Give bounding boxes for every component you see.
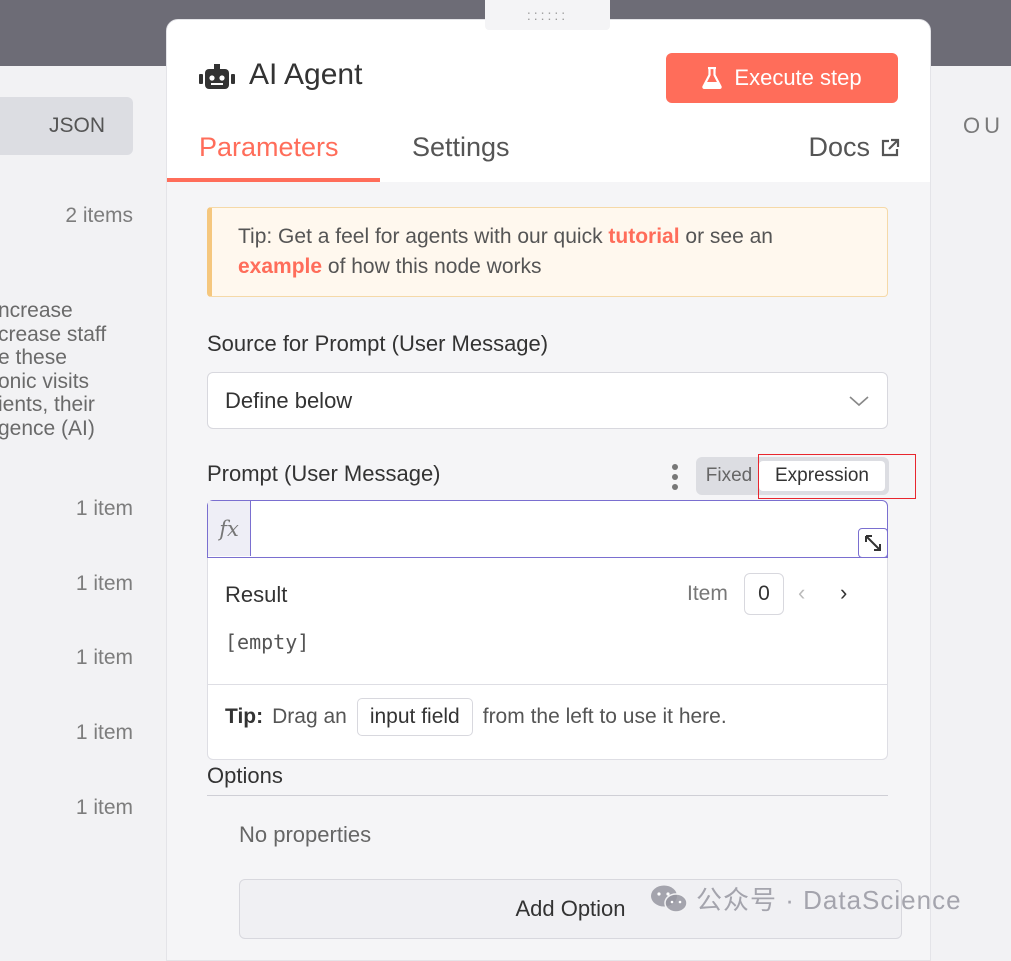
prompt-label: Prompt (User Message) bbox=[207, 461, 441, 486]
parameters-body: Tip: Get a feel for agents with our quic… bbox=[167, 182, 930, 960]
input-panel: JSON 2 items ncrease crease staff e thes… bbox=[0, 66, 166, 937]
highlight-box bbox=[758, 454, 916, 499]
expand-editor-button[interactable] bbox=[858, 528, 888, 558]
tutorial-link[interactable]: tutorial bbox=[608, 225, 679, 248]
source-prompt-label: Source for Prompt (User Message) bbox=[207, 331, 549, 356]
output-panel: OU bbox=[929, 66, 1011, 937]
input-text-line: crease staff bbox=[0, 322, 107, 346]
node-title: AI Agent bbox=[249, 58, 363, 91]
divider bbox=[208, 684, 887, 685]
divider bbox=[207, 795, 888, 796]
tab-parameters[interactable]: Parameters bbox=[199, 132, 339, 163]
item-count: 1 item bbox=[75, 796, 133, 819]
source-prompt-select[interactable]: Define below bbox=[207, 372, 888, 429]
tutorial-tip: Tip: Get a feel for agents with our quic… bbox=[207, 207, 888, 297]
result-value: [empty] bbox=[225, 630, 310, 654]
fx-icon: fx bbox=[208, 501, 251, 556]
drag-tip: Tip: Drag an input field from the left t… bbox=[225, 698, 727, 736]
input-text-line: onic visits bbox=[0, 369, 90, 393]
drag-handle[interactable]: :::::: bbox=[485, 0, 610, 30]
tip-text: of how this node works bbox=[322, 255, 542, 278]
fixed-mode-option[interactable]: Fixed bbox=[699, 465, 759, 487]
tab-settings[interactable]: Settings bbox=[412, 132, 510, 163]
item-count: 1 item bbox=[75, 572, 133, 595]
expand-icon bbox=[865, 535, 881, 551]
prompt-expression-input[interactable]: fx bbox=[207, 500, 888, 558]
tip-text: Tip: Get a feel for agents with our quic… bbox=[238, 225, 609, 248]
tip-text: Drag an bbox=[272, 705, 347, 728]
item-count: 2 items bbox=[65, 204, 133, 227]
input-text-line: ncrease bbox=[0, 299, 73, 322]
tip-text: or see an bbox=[679, 225, 773, 248]
tip-text: from the left to use it here. bbox=[482, 705, 727, 728]
chevron-down-icon bbox=[849, 395, 869, 406]
node-detail-panel: AI Agent Execute step Parameters Setting… bbox=[166, 19, 931, 961]
flask-icon bbox=[702, 67, 723, 89]
options-label: Options bbox=[207, 763, 283, 788]
item-count: 1 item bbox=[75, 721, 133, 744]
item-label: Item bbox=[687, 582, 728, 605]
execute-step-label: Execute step bbox=[734, 65, 862, 90]
input-text-line: gence (AI) bbox=[0, 416, 95, 440]
no-properties-text: No properties bbox=[239, 822, 372, 847]
execute-step-button[interactable]: Execute step bbox=[666, 53, 898, 103]
node-header: AI Agent Execute step Parameters Setting… bbox=[167, 20, 930, 182]
docs-link[interactable]: Docs bbox=[808, 132, 900, 163]
input-field-pill: input field bbox=[356, 698, 473, 736]
input-text-snippet: ncrease crease staff e these onic visits… bbox=[0, 299, 166, 440]
item-index-input[interactable]: 0 bbox=[744, 573, 784, 615]
example-link[interactable]: example bbox=[238, 255, 322, 278]
result-title: Result bbox=[225, 582, 288, 607]
watermark-text: 公众号 · DataScience bbox=[696, 885, 962, 915]
input-text-line: ients, their bbox=[0, 393, 95, 416]
item-count: 1 item bbox=[75, 646, 133, 669]
json-view-button[interactable]: JSON bbox=[0, 97, 133, 155]
select-value: Define below bbox=[225, 387, 353, 413]
tip-label: Tip: bbox=[225, 705, 264, 728]
chevron-left-icon[interactable]: ‹ bbox=[798, 580, 805, 606]
watermark: 公众号 · DataScience bbox=[650, 880, 962, 917]
robot-icon bbox=[199, 64, 235, 89]
docs-label: Docs bbox=[808, 132, 870, 162]
item-count: 1 item bbox=[75, 497, 133, 520]
external-link-icon bbox=[881, 138, 900, 156]
output-label: OU bbox=[963, 113, 1004, 138]
chevron-right-icon[interactable]: › bbox=[840, 580, 847, 606]
input-text-line: e these bbox=[0, 346, 67, 369]
expression-result-panel: Result Item 0 ‹ › [empty] Tip: Drag an i… bbox=[207, 558, 888, 760]
more-options-icon[interactable] bbox=[672, 464, 678, 490]
chat-bubble-icon bbox=[651, 885, 688, 913]
